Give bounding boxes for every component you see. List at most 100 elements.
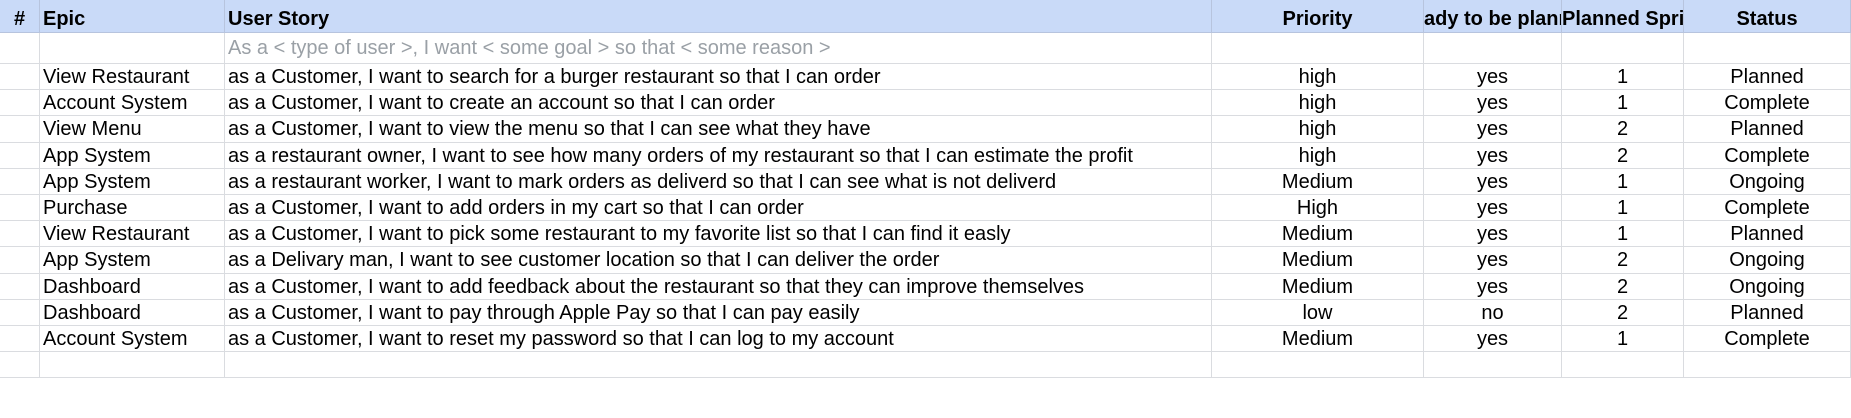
cell-priority[interactable] <box>1212 33 1424 63</box>
cell-user-story[interactable]: as a Customer, I want to view the menu s… <box>225 116 1212 142</box>
cell-epic[interactable]: App System <box>40 247 225 273</box>
cell-status[interactable]: Complete <box>1684 195 1851 221</box>
cell-epic[interactable]: Account System <box>40 90 225 116</box>
cell-num[interactable] <box>0 299 40 325</box>
cell-status[interactable]: Ongoing <box>1684 273 1851 299</box>
cell-planned-sprint[interactable]: 1 <box>1562 326 1684 352</box>
cell-user-story[interactable]: as a Customer, I want to search for a bu… <box>225 64 1212 90</box>
cell-user-story[interactable]: as a Customer, I want to create an accou… <box>225 90 1212 116</box>
cell-num[interactable] <box>0 90 40 116</box>
cell-status[interactable] <box>1684 33 1851 63</box>
cell-epic[interactable]: Dashboard <box>40 299 225 325</box>
cell-status[interactable]: Ongoing <box>1684 168 1851 194</box>
cell-epic[interactable]: Account System <box>40 326 225 352</box>
cell-user-story[interactable]: as a restaurant owner, I want to see how… <box>225 142 1212 168</box>
cell-user-story[interactable]: as a Delivary man, I want to see custome… <box>225 247 1212 273</box>
cell-planned-sprint[interactable]: 1 <box>1562 221 1684 247</box>
cell-status[interactable]: Planned <box>1684 116 1851 142</box>
cell-num[interactable] <box>0 221 40 247</box>
cell-planned-sprint[interactable] <box>1562 352 1684 378</box>
cell-priority[interactable]: Medium <box>1212 221 1424 247</box>
cell-priority[interactable]: Medium <box>1212 247 1424 273</box>
cell-planned-sprint[interactable]: 1 <box>1562 64 1684 90</box>
cell-epic[interactable]: View Menu <box>40 116 225 142</box>
cell-epic[interactable]: View Restaurant <box>40 64 225 90</box>
cell-priority[interactable]: Medium <box>1212 273 1424 299</box>
cell-priority[interactable]: low <box>1212 299 1424 325</box>
cell-ready[interactable]: yes <box>1424 90 1562 116</box>
cell-epic[interactable]: App System <box>40 142 225 168</box>
header-ready-to-be-planned[interactable]: ady to be plann <box>1424 0 1562 32</box>
cell-epic[interactable] <box>40 352 225 378</box>
cell-user-story[interactable] <box>225 352 1212 378</box>
cell-user-story[interactable]: as a Customer, I want to pick some resta… <box>225 221 1212 247</box>
cell-status[interactable]: Planned <box>1684 64 1851 90</box>
cell-ready[interactable] <box>1424 352 1562 378</box>
cell-status[interactable]: Ongoing <box>1684 247 1851 273</box>
cell-planned-sprint[interactable]: 2 <box>1562 299 1684 325</box>
cell-epic[interactable]: View Restaurant <box>40 221 225 247</box>
header-priority[interactable]: Priority <box>1212 0 1424 32</box>
cell-planned-sprint[interactable]: 2 <box>1562 247 1684 273</box>
cell-epic[interactable]: Purchase <box>40 195 225 221</box>
cell-epic[interactable] <box>40 33 225 63</box>
cell-status[interactable]: Planned <box>1684 299 1851 325</box>
cell-status[interactable]: Complete <box>1684 326 1851 352</box>
cell-priority[interactable]: Medium <box>1212 168 1424 194</box>
cell-ready[interactable]: yes <box>1424 247 1562 273</box>
cell-num[interactable] <box>0 273 40 299</box>
header-row: # Epic User Story Priority ady to be pla… <box>0 0 1851 33</box>
cell-priority[interactable]: high <box>1212 90 1424 116</box>
header-planned-sprint[interactable]: Planned Sprin <box>1562 0 1684 32</box>
cell-status[interactable]: Complete <box>1684 90 1851 116</box>
cell-user-story[interactable]: as a Customer, I want to add orders in m… <box>225 195 1212 221</box>
cell-num[interactable] <box>0 352 40 378</box>
cell-ready[interactable]: yes <box>1424 64 1562 90</box>
header-num[interactable]: # <box>0 0 40 32</box>
cell-user-story-placeholder[interactable]: As a < type of user >, I want < some goa… <box>225 33 1212 63</box>
cell-status[interactable]: Planned <box>1684 221 1851 247</box>
cell-num[interactable] <box>0 195 40 221</box>
cell-num[interactable] <box>0 142 40 168</box>
cell-ready[interactable]: yes <box>1424 142 1562 168</box>
cell-ready[interactable]: no <box>1424 299 1562 325</box>
cell-priority[interactable]: High <box>1212 195 1424 221</box>
cell-ready[interactable]: yes <box>1424 116 1562 142</box>
cell-ready[interactable]: yes <box>1424 273 1562 299</box>
cell-status[interactable]: Complete <box>1684 142 1851 168</box>
cell-num[interactable] <box>0 33 40 63</box>
cell-priority[interactable]: high <box>1212 142 1424 168</box>
cell-num[interactable] <box>0 326 40 352</box>
cell-user-story[interactable]: as a Customer, I want to add feedback ab… <box>225 273 1212 299</box>
cell-sprint[interactable] <box>1562 33 1684 63</box>
cell-ready[interactable]: yes <box>1424 326 1562 352</box>
cell-planned-sprint[interactable]: 1 <box>1562 90 1684 116</box>
cell-priority[interactable]: high <box>1212 64 1424 90</box>
cell-num[interactable] <box>0 116 40 142</box>
cell-priority[interactable]: high <box>1212 116 1424 142</box>
cell-user-story[interactable]: as a Customer, I want to reset my passwo… <box>225 326 1212 352</box>
cell-planned-sprint[interactable]: 2 <box>1562 116 1684 142</box>
cell-status[interactable] <box>1684 352 1851 378</box>
header-epic[interactable]: Epic <box>40 0 225 32</box>
cell-planned-sprint[interactable]: 1 <box>1562 195 1684 221</box>
cell-ready[interactable] <box>1424 33 1562 63</box>
cell-planned-sprint[interactable]: 2 <box>1562 273 1684 299</box>
cell-epic[interactable]: App System <box>40 168 225 194</box>
cell-num[interactable] <box>0 168 40 194</box>
header-user-story[interactable]: User Story <box>225 0 1212 32</box>
cell-user-story[interactable]: as a restaurant worker, I want to mark o… <box>225 168 1212 194</box>
header-status[interactable]: Status <box>1684 0 1851 32</box>
cell-priority[interactable]: Medium <box>1212 326 1424 352</box>
cell-user-story[interactable]: as a Customer, I want to pay through App… <box>225 299 1212 325</box>
cell-num[interactable] <box>0 64 40 90</box>
cell-planned-sprint[interactable]: 2 <box>1562 142 1684 168</box>
cell-epic[interactable]: Dashboard <box>40 273 225 299</box>
cell-priority[interactable] <box>1212 352 1424 378</box>
cell-planned-sprint[interactable]: 1 <box>1562 168 1684 194</box>
cell-ready[interactable]: yes <box>1424 221 1562 247</box>
table-row: Dashboard as a Customer, I want to pay th… <box>0 299 1851 326</box>
cell-num[interactable] <box>0 247 40 273</box>
cell-ready[interactable]: yes <box>1424 195 1562 221</box>
cell-ready[interactable]: yes <box>1424 168 1562 194</box>
